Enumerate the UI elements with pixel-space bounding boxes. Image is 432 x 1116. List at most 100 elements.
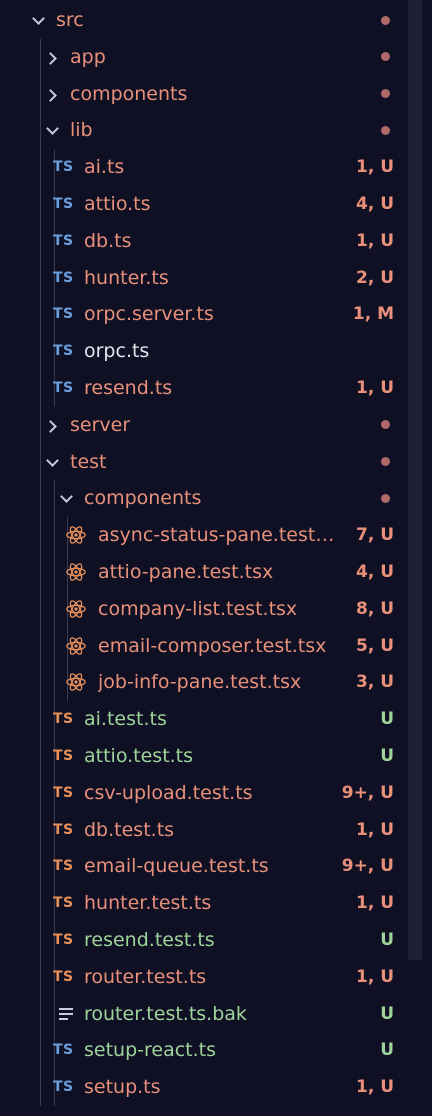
git-modified-dot [381, 420, 390, 430]
file-name: csv-upload.test.ts [84, 781, 253, 804]
file-name: setup.ts [84, 1076, 161, 1099]
file-email-composer-test-tsx[interactable]: email-composer.test.tsx 5, U [0, 628, 408, 664]
folder-components[interactable]: components [0, 76, 408, 112]
file-job-info-pane-test-tsx[interactable]: job-info-pane.test.tsx 3, U [0, 664, 408, 700]
folder-server[interactable]: server [0, 407, 408, 443]
file-name: router.test.ts [84, 965, 207, 988]
folder-name: test [70, 450, 107, 473]
typescript-file-icon: TS [53, 968, 74, 985]
typescript-file-icon: TS [53, 306, 74, 323]
typescript-file-icon: TS [53, 269, 74, 286]
file-name: email-composer.test.tsx [98, 634, 327, 657]
git-modified-dot [381, 493, 390, 503]
git-status-badge: 9+, U [341, 856, 394, 877]
chevron-right-icon[interactable] [46, 88, 58, 100]
git-status-badge: 2, U [355, 267, 394, 288]
folder-name: app [70, 45, 106, 68]
folder-name: components [70, 82, 188, 105]
file-router-test-ts[interactable]: TS router.test.ts 1, U [0, 959, 408, 995]
folder-name: lib [70, 119, 93, 142]
typescript-file-icon: TS [53, 232, 74, 249]
file-csv-upload-test-ts[interactable]: TS csv-upload.test.ts 9+, U [0, 775, 408, 811]
typescript-file-icon: TS [53, 748, 74, 764]
folder-src[interactable]: src [0, 2, 408, 38]
chevron-down-icon[interactable] [60, 490, 72, 502]
chevron-down-icon[interactable] [46, 122, 58, 134]
git-status-badge: 1, U [355, 966, 394, 987]
file-company-list-test-tsx[interactable]: company-list.test.tsx 8, U [0, 591, 408, 627]
scrollbar[interactable] [408, 0, 422, 960]
file-setup-react-ts[interactable]: TS setup-react.ts U [0, 1032, 408, 1068]
git-modified-dot [381, 52, 390, 62]
file-name: orpc.ts [84, 340, 150, 363]
file-name: resend.ts [84, 377, 173, 399]
git-status-badge: U [380, 746, 394, 766]
file-router-test-ts-bak[interactable]: router.test.ts.bak U [0, 996, 408, 1032]
file-name: hunter.test.ts [84, 892, 212, 915]
file-hunter-test-ts[interactable]: TS hunter.test.ts 1, U [0, 885, 408, 921]
typescript-file-icon: TS [53, 196, 74, 212]
folder-app[interactable]: app [0, 39, 408, 75]
typescript-file-icon: TS [53, 895, 74, 912]
file-name: email-queue.test.ts [84, 855, 269, 878]
file-ai-test-ts[interactable]: TS ai.test.ts U [0, 701, 408, 737]
file-name: company-list.test.tsx [98, 597, 298, 620]
git-status-badge: 1, U [355, 378, 394, 398]
git-status-badge: 1, U [355, 230, 394, 251]
git-modified-dot [381, 89, 390, 99]
chevron-down-icon[interactable] [32, 12, 44, 24]
git-status-badge: 1, M [352, 304, 394, 325]
file-name: resend.test.ts [84, 929, 215, 951]
typescript-file-icon: TS [53, 380, 74, 396]
folder-name: components [84, 487, 202, 510]
folder-components[interactable]: components [0, 480, 408, 516]
file-attio-pane-test-tsx[interactable]: attio-pane.test.tsx 4, U [0, 554, 408, 590]
folder-test[interactable]: test [0, 444, 408, 480]
file-db-ts[interactable]: TS db.ts 1, U [0, 223, 408, 259]
file-name: router.test.ts.bak [84, 1002, 247, 1025]
git-status-badge: 1, U [355, 819, 394, 840]
file-name: ai.test.ts [84, 708, 167, 731]
folder-lib[interactable]: lib [0, 112, 408, 148]
file-hunter-ts[interactable]: TS hunter.ts 2, U [0, 260, 408, 296]
git-status-badge: U [380, 1003, 394, 1024]
typescript-file-icon: TS [53, 784, 74, 801]
chevron-down-icon[interactable] [46, 454, 58, 466]
file-setup-ts[interactable]: TS setup.ts 1, U [0, 1069, 408, 1105]
file-name: ai.ts [84, 156, 125, 179]
git-status-badge: 5, U [355, 635, 394, 656]
typescript-file-icon: TS [53, 932, 74, 948]
chevron-right-icon[interactable] [46, 51, 58, 63]
file-orpc-server-ts[interactable]: TS orpc.server.ts 1, M [0, 296, 408, 332]
file-db-test-ts[interactable]: TS db.test.ts 1, U [0, 812, 408, 848]
typescript-file-icon: TS [53, 821, 74, 838]
react-file-icon [66, 563, 86, 581]
git-status-badge: U [380, 709, 394, 730]
file-name: async-status-pane.test… [98, 524, 335, 547]
git-status-badge: 1, U [355, 1077, 394, 1098]
file-name: orpc.server.ts [84, 303, 214, 326]
file-email-queue-test-ts[interactable]: TS email-queue.test.ts 9+, U [0, 848, 408, 884]
typescript-file-icon: TS [53, 343, 74, 360]
folder-name: src [56, 9, 84, 31]
file-ai-ts[interactable]: TS ai.ts 1, U [0, 149, 408, 185]
file-attio-ts[interactable]: TS attio.ts 4, U [0, 186, 408, 222]
react-file-icon [66, 673, 86, 692]
file-name: hunter.ts [84, 266, 169, 289]
file-resend-ts[interactable]: TS resend.ts 1, U [0, 370, 408, 406]
file-name: setup-react.ts [84, 1039, 217, 1062]
file-orpc-ts[interactable]: TS orpc.ts [0, 333, 408, 369]
file-async-status-pane-test[interactable]: async-status-pane.test… 7, U [0, 517, 408, 553]
file-attio-test-ts[interactable]: TS attio.test.ts U [0, 738, 408, 774]
file-resend-test-ts[interactable]: TS resend.test.ts U [0, 922, 408, 958]
folder-name: server [70, 413, 131, 436]
typescript-file-icon: TS [53, 858, 74, 875]
git-status-badge: U [380, 1040, 394, 1061]
git-status-badge: 8, U [355, 598, 394, 619]
git-status-badge: 9+, U [341, 782, 394, 803]
file-name: db.ts [84, 229, 132, 252]
git-status-badge: 4, U [355, 194, 394, 214]
chevron-right-icon[interactable] [46, 419, 58, 431]
file-name: db.test.ts [84, 818, 175, 841]
file-name: attio.test.ts [84, 745, 194, 767]
